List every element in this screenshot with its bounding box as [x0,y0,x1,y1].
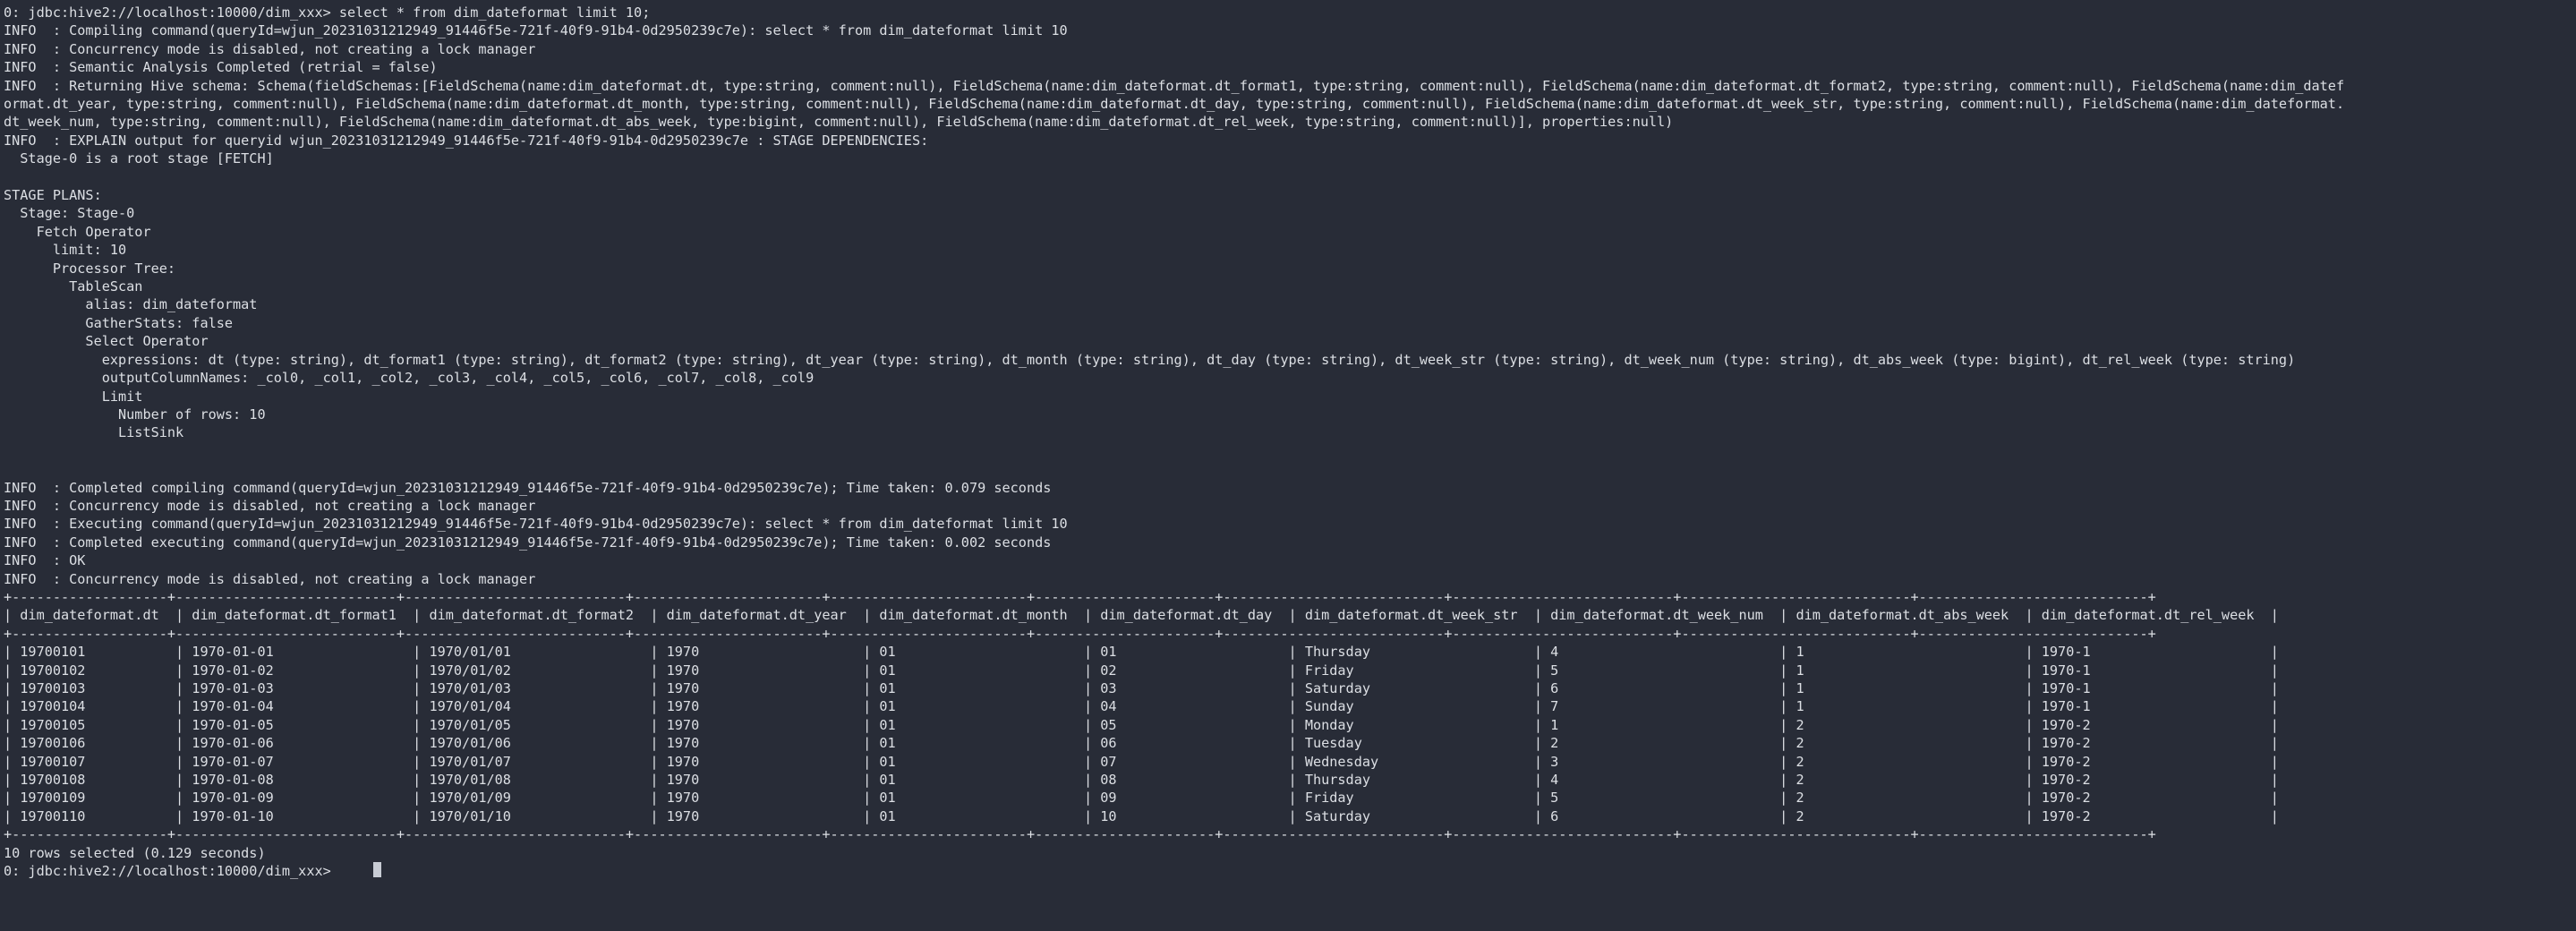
terminal-line: INFO : Completed executing command(query… [4,534,1052,551]
terminal-line: ListSink [4,424,184,441]
terminal-line: +-------------------+-------------------… [4,826,2156,843]
terminal-line: alias: dim_dateformat [4,296,258,313]
terminal-line: TableScan [4,278,143,295]
terminal-line: dt_week_num, type:string, comment:null),… [4,114,1674,131]
terminal-line: INFO : Concurrency mode is disabled, not… [4,497,536,514]
terminal-line: Limit [4,388,143,405]
terminal-line: | 19700103 | 1970-01-03 | 1970/01/03 | 1… [4,679,2279,696]
terminal-line: | 19700110 | 1970-01-10 | 1970/01/10 | 1… [4,807,2279,824]
terminal-line: INFO : Concurrency mode is disabled, not… [4,570,536,587]
terminal-output[interactable]: 0: jdbc:hive2://localhost:10000/dim_xxx>… [0,0,2576,931]
terminal-line: outputColumnNames: _col0, _col1, _col2, … [4,370,815,387]
terminal-line: INFO : Compiling command(queryId=wjun_20… [4,22,1068,39]
terminal-line: GatherStats: false [4,314,234,331]
terminal-line: Stage: Stage-0 [4,205,135,222]
shell-prompt-line[interactable]: 0: jdbc:hive2://localhost:10000/dim_xxx> [4,862,2576,880]
terminal-line: Number of rows: 10 [4,406,266,423]
terminal-line: STAGE PLANS: [4,187,102,204]
terminal-line: Processor Tree: [4,260,176,277]
terminal-line: INFO : Executing command(queryId=wjun_20… [4,516,1068,533]
terminal-line: +-------------------+-------------------… [4,625,2156,642]
terminal-line: | 19700106 | 1970-01-06 | 1970/01/06 | 1… [4,735,2279,752]
terminal-line: Select Operator [4,333,209,350]
terminal-line: | 19700104 | 1970-01-04 | 1970/01/04 | 1… [4,698,2279,715]
terminal-line: | 19700107 | 1970-01-07 | 1970/01/07 | 1… [4,753,2279,770]
terminal-line: Stage-0 is a root stage [FETCH] [4,150,274,167]
terminal-line: expressions: dt (type: string), dt_forma… [4,351,2296,368]
terminal-line: | dim_dateformat.dt | dim_dateformat.dt_… [4,607,2279,624]
text-cursor [373,862,381,878]
terminal-line: INFO : Semantic Analysis Completed (retr… [4,59,438,76]
shell-prompt-text: 0: jdbc:hive2://localhost:10000/dim_xxx> [4,863,331,880]
terminal-line: Fetch Operator [4,223,151,240]
terminal-line: | 19700109 | 1970-01-09 | 1970/01/09 | 1… [4,790,2279,807]
terminal-line: INFO : Concurrency mode is disabled, not… [4,40,536,57]
terminal-line: INFO : EXPLAIN output for queryid wjun_2… [4,132,929,149]
terminal-line: 10 rows selected (0.129 seconds) [4,844,266,861]
terminal-line: INFO : Returning Hive schema: Schema(fie… [4,77,2345,94]
terminal-line: 0: jdbc:hive2://localhost:10000/dim_xxx>… [4,4,651,21]
terminal-line: | 19700101 | 1970-01-01 | 1970/01/01 | 1… [4,644,2279,661]
terminal-line: INFO : Completed compiling command(query… [4,479,1052,496]
terminal-line: | 19700108 | 1970-01-08 | 1970/01/08 | 1… [4,772,2279,789]
terminal-line: | 19700102 | 1970-01-02 | 1970/01/02 | 1… [4,662,2279,679]
terminal-line: INFO : OK [4,552,86,569]
terminal-line: limit: 10 [4,242,127,259]
terminal-line: | 19700105 | 1970-01-05 | 1970/01/05 | 1… [4,716,2279,733]
terminal-line: ormat.dt_year, type:string, comment:null… [4,96,2345,113]
terminal-line: +-------------------+-------------------… [4,588,2156,605]
